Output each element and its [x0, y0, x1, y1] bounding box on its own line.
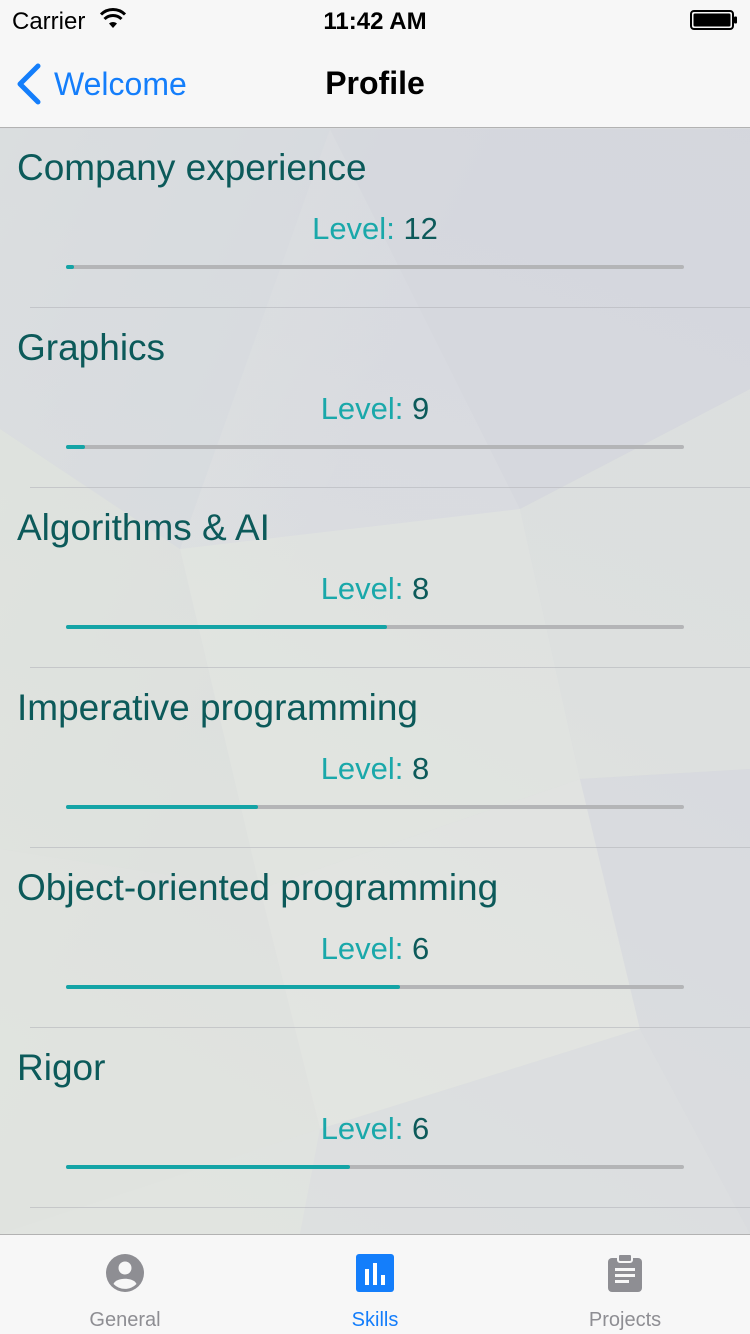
tab-general[interactable]: General: [0, 1235, 250, 1334]
tab-label: Skills: [351, 1309, 399, 1331]
skill-row: Company experience Level: 12: [0, 129, 750, 309]
skill-progress-bar: [66, 445, 684, 449]
skill-level: Level: 6: [0, 931, 750, 967]
row-separator: [30, 487, 750, 488]
skill-row: Graphics Level: 9: [0, 309, 750, 489]
skill-level: Level: 12: [0, 211, 750, 247]
page-title: Profile: [325, 65, 425, 101]
level-label: Level:: [312, 211, 395, 246]
bar-chart-icon: [356, 1254, 394, 1292]
tab-skills[interactable]: Skills: [250, 1235, 500, 1334]
level-value: 12: [403, 211, 438, 246]
row-separator: [30, 1027, 750, 1028]
skill-progress-fill: [66, 805, 258, 809]
level-label: Level:: [320, 571, 404, 606]
skill-progress-fill: [66, 445, 85, 449]
skill-progress-fill: [66, 1165, 351, 1169]
skill-progress-fill: [66, 985, 400, 989]
tab-projects[interactable]: Projects: [500, 1235, 750, 1334]
skill-row: Rigor Level: 6: [0, 1029, 750, 1209]
level-label: Level:: [320, 391, 404, 426]
skill-title: Company experience: [17, 147, 367, 188]
level-label: Level:: [320, 931, 404, 966]
level-value: 6: [412, 1111, 430, 1146]
person-icon: [106, 1254, 144, 1292]
skill-progress-bar: [66, 985, 684, 989]
skill-level: Level: 6: [0, 1111, 750, 1147]
skill-progress-fill: [66, 625, 388, 629]
tab-label: Projects: [588, 1309, 662, 1331]
skill-title: Imperative programming: [17, 687, 418, 728]
tab-bar: General Skills Projects: [0, 1234, 750, 1334]
skill-level: Level: 8: [0, 571, 750, 607]
battery-icon: [690, 10, 737, 30]
skill-title: Algorithms & AI: [17, 507, 270, 548]
level-value: 8: [412, 571, 430, 606]
level-label: Level:: [320, 1111, 404, 1146]
level-value: 6: [412, 931, 430, 966]
skill-title: Object-oriented programming: [17, 867, 499, 908]
skill-title: Graphics: [17, 327, 166, 368]
row-separator: [30, 307, 750, 308]
skill-level: Level: 8: [0, 751, 750, 787]
status-bar: Carrier 11:42 AM: [0, 0, 750, 40]
skill-level: Level: 9: [0, 391, 750, 427]
level-value: 8: [412, 751, 430, 786]
skills-list[interactable]: Company experience Level: 12 Graphics Le…: [0, 129, 750, 1234]
skill-progress-bar: [66, 1165, 684, 1169]
skill-row: Imperative programming Level: 8: [0, 669, 750, 849]
skill-row: Object-oriented programming Level: 6: [0, 849, 750, 1029]
level-label: Level:: [320, 751, 404, 786]
level-value: 9: [412, 391, 430, 426]
skill-progress-bar: [66, 805, 684, 809]
status-time: 11:42 AM: [323, 8, 427, 35]
row-separator: [30, 847, 750, 848]
row-separator: [30, 667, 750, 668]
skill-progress-bar: [66, 625, 684, 629]
navigation-bar: Welcome Profile: [0, 40, 750, 128]
skill-progress-bar: [66, 265, 684, 269]
skill-row: Algorithms & AI Level: 8: [0, 489, 750, 669]
row-separator: [30, 1207, 750, 1208]
skill-title: Rigor: [17, 1047, 106, 1088]
skill-progress-fill: [66, 265, 75, 269]
clipboard-icon: [608, 1253, 642, 1292]
tab-label: General: [89, 1309, 161, 1331]
